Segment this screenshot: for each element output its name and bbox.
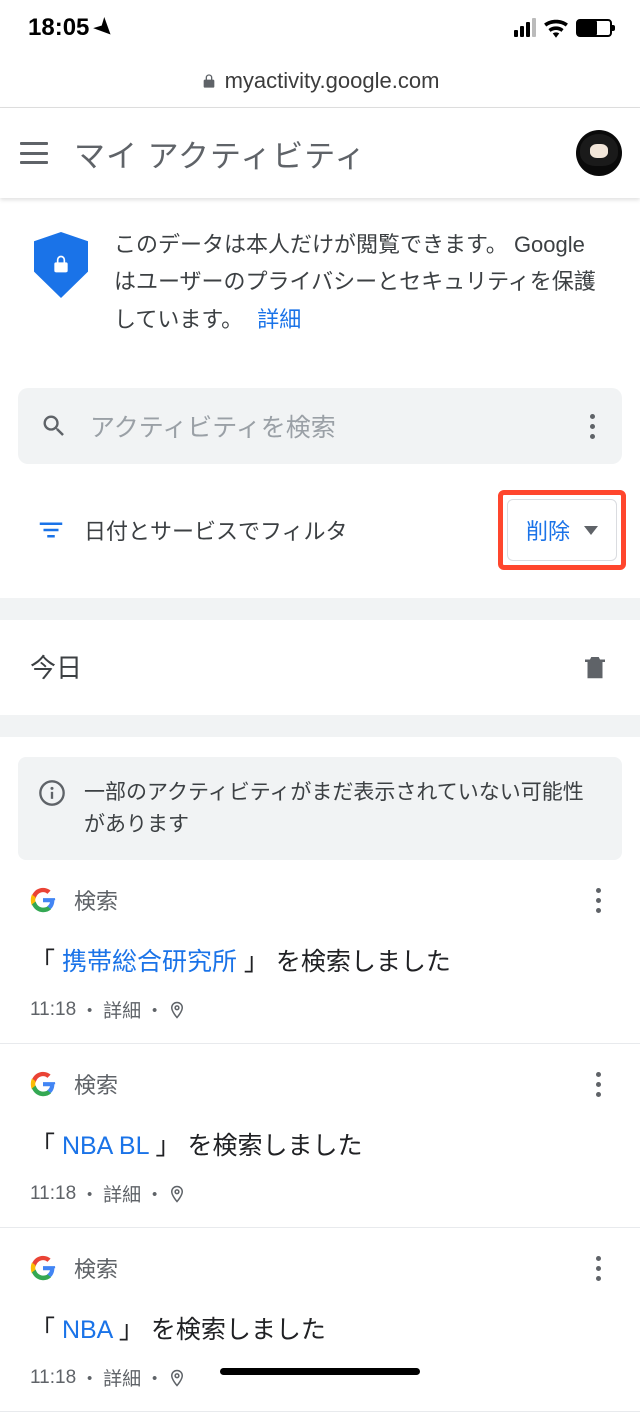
today-label: 今日	[30, 648, 82, 685]
google-icon	[30, 1071, 56, 1097]
status-time: 18:05	[28, 14, 89, 42]
activity-meta: 11:18 ・ 詳細 ・	[30, 996, 610, 1023]
info-banner: 一部のアクティビティがまだ表示されていない可能性があります	[18, 757, 622, 860]
activity-query-link[interactable]: 携帯総合研究所	[62, 948, 237, 976]
activity-item: 検索 「 携帯総合研究所 」 を検索しました 11:18 ・ 詳細 ・	[0, 860, 640, 1044]
home-indicator	[220, 1368, 420, 1375]
filter-icon[interactable]	[36, 515, 66, 545]
activity-item: 検索 「 NBA BL 」 を検索しました 11:18 ・ 詳細 ・	[0, 1044, 640, 1228]
activity-meta: 11:18 ・ 詳細 ・	[30, 1180, 610, 1207]
filter-label[interactable]: 日付とサービスでフィルタ	[84, 514, 348, 546]
search-more-icon[interactable]	[580, 414, 604, 439]
status-bar: 18:05 ➤	[0, 0, 640, 55]
trash-icon[interactable]	[580, 652, 610, 682]
privacy-details-link[interactable]: 詳細	[257, 307, 301, 332]
activity-query-link[interactable]: NBA BL	[62, 1132, 149, 1160]
shield-icon	[34, 232, 88, 298]
location-pin-icon	[168, 1001, 186, 1019]
activity-service: 検索	[74, 884, 118, 916]
activity-service: 検索	[74, 1068, 118, 1100]
lock-icon	[201, 73, 217, 89]
activity-list: 検索 「 携帯総合研究所 」 を検索しました 11:18 ・ 詳細 ・ 検索 「…	[0, 860, 640, 1412]
activity-details-link[interactable]: 詳細	[103, 996, 141, 1023]
avatar[interactable]	[576, 130, 622, 176]
activity-text: 「 携帯総合研究所 」 を検索しました	[30, 942, 610, 978]
section-divider	[0, 715, 640, 737]
app-header: マイ アクティビティ	[0, 108, 640, 198]
info-icon	[38, 779, 66, 807]
privacy-notice: このデータは本人だけが閲覧できます。 Google はユーザーのプライバシーとセ…	[0, 226, 640, 338]
location-pin-icon	[168, 1369, 186, 1387]
delete-button[interactable]: 削除	[507, 499, 617, 561]
activity-time: 11:18	[30, 1183, 76, 1205]
activity-details-link[interactable]: 詳細	[103, 1364, 141, 1391]
browser-url-bar[interactable]: myactivity.google.com	[0, 55, 640, 108]
today-section-header: 今日	[0, 620, 640, 715]
activity-more-icon[interactable]	[586, 1072, 610, 1097]
activity-time: 11:18	[30, 1367, 76, 1389]
location-icon: ➤	[89, 12, 120, 43]
menu-icon[interactable]	[20, 142, 48, 164]
activity-item: 検索 「 NBA 」 を検索しました 11:18 ・ 詳細 ・	[0, 1228, 640, 1412]
delete-highlight: 削除	[498, 490, 626, 570]
url-text: myactivity.google.com	[225, 68, 440, 94]
page-title: マイ アクティビティ	[74, 131, 366, 176]
privacy-line1: このデータは本人だけが閲覧できます。	[114, 232, 508, 257]
signal-icon	[514, 18, 536, 37]
search-placeholder: アクティビティを検索	[90, 408, 580, 444]
delete-label: 削除	[526, 514, 570, 546]
activity-text: 「 NBA 」 を検索しました	[30, 1310, 610, 1346]
activity-service: 検索	[74, 1252, 118, 1284]
info-text: 一部のアクティビティがまだ表示されていない可能性があります	[84, 777, 602, 840]
section-divider	[0, 598, 640, 620]
filter-bar: 日付とサービスでフィルタ 削除	[14, 490, 626, 598]
search-icon	[40, 412, 68, 440]
activity-more-icon[interactable]	[586, 1256, 610, 1281]
activity-text: 「 NBA BL 」 を検索しました	[30, 1126, 610, 1162]
activity-details-link[interactable]: 詳細	[103, 1180, 141, 1207]
activity-time: 11:18	[30, 999, 76, 1021]
google-icon	[30, 887, 56, 913]
search-input[interactable]: アクティビティを検索	[18, 388, 622, 464]
battery-icon	[576, 19, 612, 37]
google-icon	[30, 1255, 56, 1281]
location-pin-icon	[168, 1185, 186, 1203]
dropdown-icon	[584, 526, 598, 535]
wifi-icon	[543, 18, 569, 38]
activity-more-icon[interactable]	[586, 888, 610, 913]
activity-query-link[interactable]: NBA	[62, 1316, 112, 1344]
